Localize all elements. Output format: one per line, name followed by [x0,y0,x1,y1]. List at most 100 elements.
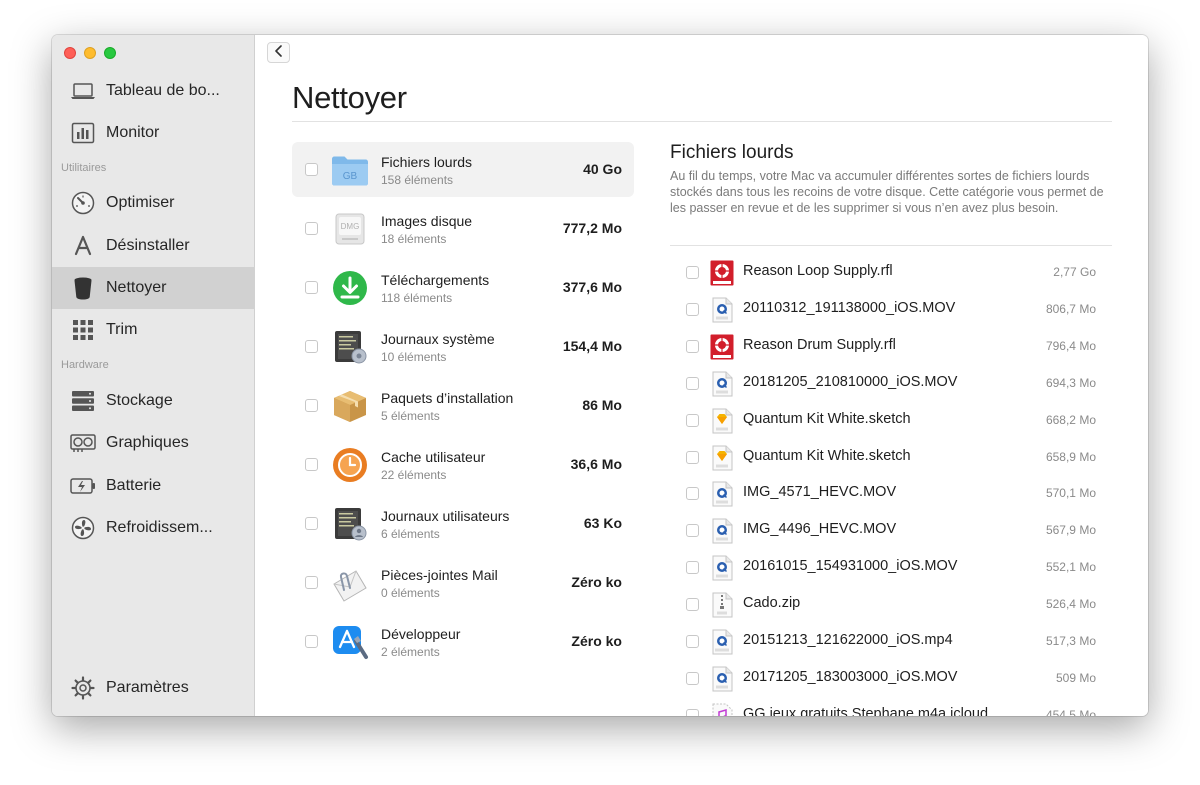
file-checkbox[interactable] [686,302,699,316]
sidebar-item-parametres[interactable]: Paramètres [52,667,255,709]
file-name: IMG_4571_HEVC.MOV [743,484,897,501]
file-row[interactable]: IMG_4571_HEVC.MOV 570,1 Mo [670,475,1112,512]
sidebar-item-optimiser[interactable]: Optimiser [52,182,255,224]
category-size: 377,6 Mo [562,279,622,295]
refill-icon [710,334,734,360]
sidebar-item-refroidissement[interactable]: Refroidissem... [52,507,255,549]
graphics-card-icon [70,430,96,456]
file-row[interactable]: GG jeux gratuits Stephane.m4a.icloud 454,… [670,697,1112,716]
category-checkbox[interactable] [305,517,318,530]
category-fichiers-lourds[interactable]: GB Fichiers lourds 158 éléments 40 Go [292,142,634,197]
file-row[interactable]: 20151213_121622000_iOS.mp4 517,3 Mo [670,623,1112,660]
file-row[interactable]: IMG_4496_HEVC.MOV 567,9 Mo [670,512,1112,549]
sidebar-item-nettoyer[interactable]: Nettoyer [52,267,255,309]
category-name: Pièces-jointes Mail [381,567,498,583]
sidebar: Tableau de bo... Monitor Utilitaires Opt… [52,35,255,716]
sidebar-item-desinstaller[interactable]: Désinstaller [52,225,255,267]
category-count: 6 éléments [381,527,440,541]
minimize-button[interactable] [84,47,96,59]
category-telechargements[interactable]: Téléchargements 118 éléments 377,6 Mo [292,260,634,315]
zoom-button[interactable] [104,47,116,59]
file-row[interactable]: 20181205_210810000_iOS.MOV 694,3 Mo [670,365,1112,402]
file-name: 20161015_154931000_iOS.MOV [743,558,958,575]
file-size: 668,2 Mo [1045,412,1096,427]
category-count: 118 éléments [381,291,453,305]
file-checkbox[interactable] [686,598,699,612]
sidebar-item-label: Nettoyer [106,279,167,296]
file-checkbox[interactable] [686,487,699,501]
app-store-icon [70,233,96,259]
sidebar-item-graphiques[interactable]: Graphiques [52,422,255,464]
file-name: 20110312_191138000_iOS.MOV [743,299,956,316]
category-checkbox[interactable] [305,163,318,176]
category-checkbox[interactable] [305,458,318,471]
file-size: 796,4 Mo [1045,338,1096,353]
category-count: 5 éléments [381,409,440,423]
category-count: 10 éléments [381,350,447,364]
detail-description: Au fil du temps, votre Mac va accumuler … [670,169,1104,215]
file-row[interactable]: Cado.zip 526,4 Mo [670,586,1112,623]
category-name: Fichiers lourds [381,154,473,170]
cache-clock-icon [330,446,370,484]
category-images-disque[interactable]: DMG Images disque 18 éléments 777,2 Mo [292,201,634,256]
file-row[interactable]: 20110312_191138000_iOS.MOV 806,7 Mo [670,291,1112,328]
file-checkbox[interactable] [686,376,699,390]
back-button[interactable] [267,42,290,63]
file-size: 509 Mo [1055,670,1096,685]
file-checkbox[interactable] [686,413,699,427]
sidebar-item-monitor[interactable]: Monitor [52,112,255,154]
category-journaux-utilisateurs[interactable]: Journaux utilisateurs 6 éléments 63 Ko [292,496,634,551]
file-checkbox[interactable] [686,524,699,538]
category-checkbox[interactable] [305,576,318,589]
refill-icon [710,260,734,286]
sidebar-item-trim[interactable]: Trim [52,309,255,351]
category-developpeur[interactable]: Développeur 2 éléments Zéro ko [292,614,634,669]
file-checkbox[interactable] [686,339,699,353]
file-checkbox[interactable] [686,708,699,716]
category-checkbox[interactable] [305,340,318,353]
trash-can-icon [70,275,96,301]
category-paquets-installation[interactable]: Paquets d’installation 5 éléments 86 Mo [292,378,634,433]
sidebar-item-label: Batterie [106,477,162,494]
file-row[interactable]: Reason Loop Supply.rfl 2,77 Go [670,254,1112,291]
user-log-icon [330,505,370,543]
category-checkbox[interactable] [305,635,318,648]
file-size: 570,1 Mo [1045,486,1096,501]
file-name: 20151213_121622000_iOS.mp4 [743,632,953,648]
file-checkbox[interactable] [686,635,699,648]
sidebar-item-label: Optimiser [106,194,175,211]
category-cache-utilisateur[interactable]: Cache utilisateur 22 éléments 36,6 Mo [292,437,634,492]
quicktime-movie-icon [710,518,734,544]
detail-title: Fichiers lourds [670,142,794,163]
file-name: Reason Drum Supply.rfl [743,336,896,353]
file-row[interactable]: Quantum Kit White.sketch 658,9 Mo [670,439,1112,476]
sidebar-item-tableau-de-bord[interactable]: Tableau de bo... [52,70,255,112]
file-checkbox[interactable] [686,266,699,279]
file-row[interactable]: Reason Drum Supply.rfl 796,4 Mo [670,328,1112,365]
sidebar-item-batterie[interactable]: Batterie [52,465,255,507]
file-size: 552,1 Mo [1045,560,1096,575]
grid-icon [70,317,96,343]
category-count: 2 éléments [381,645,440,659]
close-button[interactable] [64,47,76,59]
quicktime-movie-icon [710,666,734,692]
battery-icon [70,473,96,499]
category-checkbox[interactable] [305,281,318,294]
sidebar-item-stockage[interactable]: Stockage [52,380,255,422]
file-size: 517,3 Mo [1045,634,1096,648]
category-pieces-jointes-mail[interactable]: Pièces-jointes Mail 0 éléments Zéro ko [292,555,634,610]
file-row[interactable]: 20171205_183003000_iOS.MOV 509 Mo [670,660,1112,697]
category-journaux-systeme[interactable]: Journaux système 10 éléments 154,4 Mo [292,319,634,374]
quicktime-movie-icon [710,555,734,581]
file-row[interactable]: 20161015_154931000_iOS.MOV 552,1 Mo [670,549,1112,586]
file-row[interactable]: Quantum Kit White.sketch 668,2 Mo [670,402,1112,439]
file-checkbox[interactable] [686,450,699,464]
folder-icon-label: GB [343,171,358,182]
category-checkbox[interactable] [305,222,318,235]
section-label-utilitaires: Utilitaires [61,162,107,174]
file-checkbox[interactable] [686,671,699,685]
gauge-icon [70,190,96,216]
file-checkbox[interactable] [686,561,699,575]
category-checkbox[interactable] [305,399,318,412]
category-count: 18 éléments [381,232,447,246]
